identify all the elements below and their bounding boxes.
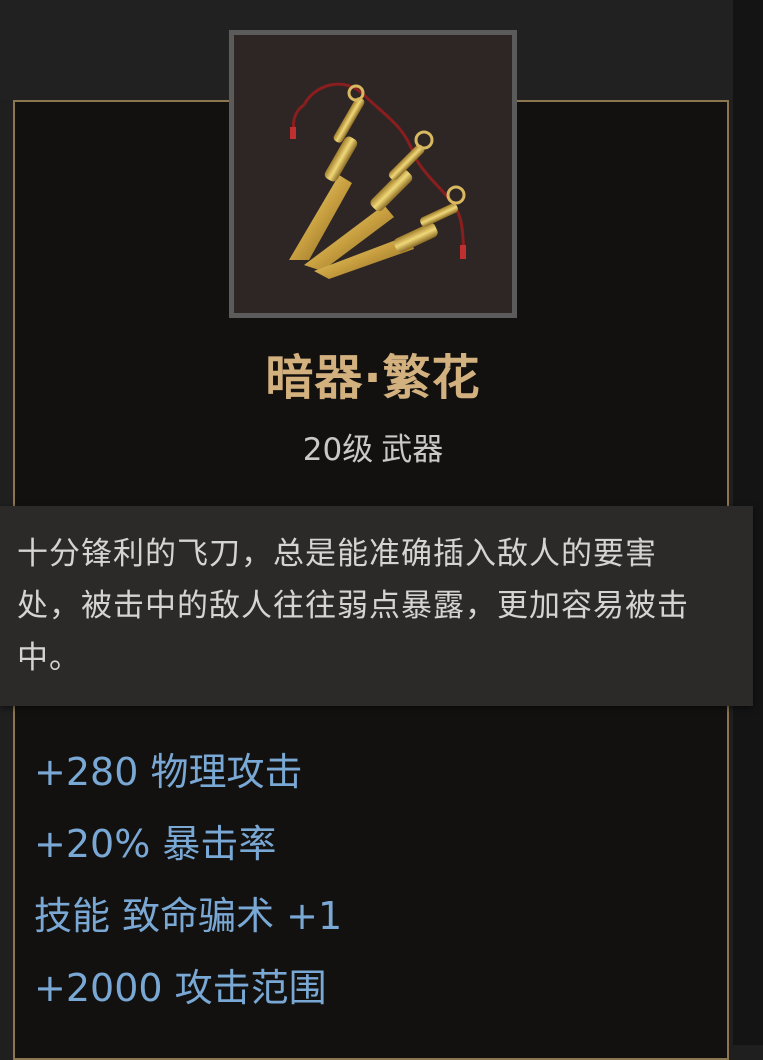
item-subtitle: 20级 武器 xyxy=(0,424,746,469)
item-icon-frame[interactable] xyxy=(229,30,517,318)
stat-line: +20% 暴击率 xyxy=(34,822,277,866)
throwing-knives-icon xyxy=(289,82,466,279)
stat-list: +280 物理攻击 +20% 暴击率 技能 致命骗术 +1 +2000 攻击范围 xyxy=(34,742,724,1030)
item-type: 武器 xyxy=(381,432,444,468)
item-name: 暗器·繁花 xyxy=(265,350,481,406)
stat-line: +280 物理攻击 xyxy=(34,750,303,794)
stat-line: 技能 致命骗术 +1 xyxy=(34,894,343,938)
item-description: 十分锋利的飞刀，总是能准确插入敌人的要害处，被击中的敌人往往弱点暴露，更加容易被… xyxy=(17,536,689,676)
item-level: 20级 xyxy=(302,432,374,468)
stat-line: +2000 攻击范围 xyxy=(34,966,327,1010)
